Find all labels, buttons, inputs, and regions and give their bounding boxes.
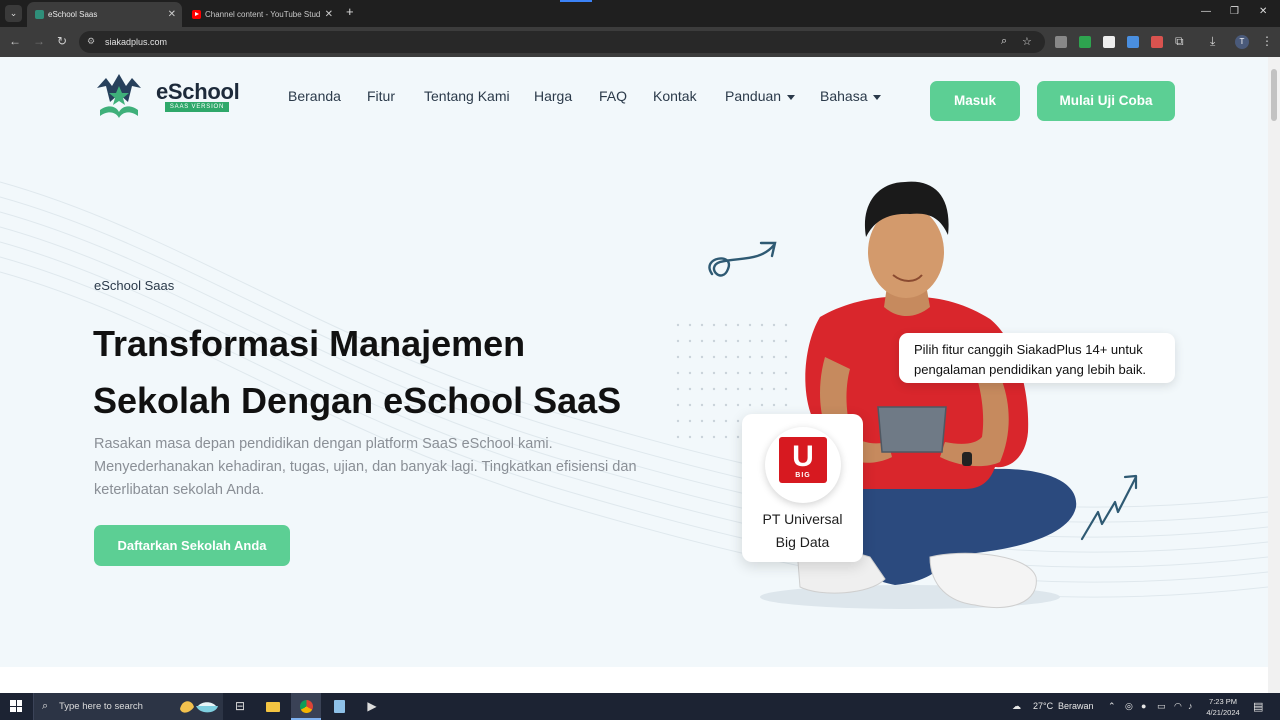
- system-clock[interactable]: 7:23 PM 4/21/2024: [1200, 696, 1246, 718]
- site-info-icon[interactable]: ⚙: [87, 36, 98, 47]
- nav-bahasa-label: Bahasa: [820, 88, 868, 104]
- search-icon: ⌕: [42, 700, 49, 712]
- partner-name-line-1: PT Universal: [762, 511, 843, 527]
- clock-date: 4/21/2024: [1206, 708, 1240, 717]
- search-highlight-illustration-icon: [180, 701, 218, 713]
- clock-time: 7:23 PM: [1209, 697, 1237, 706]
- next-section: [0, 667, 1268, 693]
- hero-description: Rasakan masa depan pendidikan dengan pla…: [94, 436, 637, 498]
- tab-youtube-studio[interactable]: Channel content - YouTube Studio ✕: [184, 2, 339, 27]
- nav-panduan-label: Panduan: [725, 88, 782, 104]
- translate-extension-icon[interactable]: [1127, 36, 1139, 48]
- webpage: eSchool SAAS VERSION Beranda Fitur Tenta…: [0, 57, 1280, 693]
- media-player-icon[interactable]: ▶: [357, 693, 387, 720]
- microphone-icon[interactable]: ●: [1141, 693, 1146, 720]
- reload-icon[interactable]: ↻: [57, 34, 67, 48]
- camera-extension-icon[interactable]: [1055, 36, 1067, 48]
- nav-tentang-kami[interactable]: Tentang Kami: [424, 88, 510, 104]
- minimize-icon[interactable]: —: [1201, 6, 1211, 17]
- notes-app-icon[interactable]: [324, 693, 354, 720]
- eschool-logo-icon[interactable]: [94, 72, 144, 120]
- chevron-up-icon[interactable]: ⌃: [1108, 693, 1116, 720]
- weather-desc[interactable]: Berawan: [1058, 693, 1094, 720]
- search-placeholder[interactable]: Type here to search: [59, 693, 143, 720]
- nav-panduan-dropdown[interactable]: Panduan: [725, 88, 796, 104]
- curly-arrow-decoration: [708, 241, 777, 277]
- task-view-icon[interactable]: ⊟: [225, 693, 255, 720]
- volume-icon[interactable]: ♪: [1188, 693, 1193, 720]
- weather-temp[interactable]: 27°C: [1033, 693, 1053, 720]
- taskbar-search[interactable]: ⌕ Type here to search: [33, 693, 223, 720]
- zigzag-arrow-decoration: [1080, 474, 1138, 541]
- file-explorer-icon[interactable]: [258, 693, 288, 720]
- chevron-down-icon: [787, 94, 796, 100]
- browser-tab-strip: ⌄ eSchool Saas ✕ Channel content - YouTu…: [0, 0, 1280, 27]
- tab-close-icon[interactable]: ✕: [325, 2, 333, 27]
- ubig-logo-icon: U BIG: [779, 437, 827, 483]
- url-text[interactable]: siakadplus.com: [105, 31, 167, 53]
- nav-beranda[interactable]: Beranda: [288, 88, 341, 104]
- restore-icon[interactable]: ❐: [1230, 6, 1239, 17]
- feature-callout-bubble: Pilih fitur canggih SiakadPlus 14+ untuk…: [899, 333, 1175, 383]
- windows-start-icon[interactable]: [10, 700, 22, 712]
- back-icon[interactable]: ←: [9, 34, 21, 48]
- tab-search-button[interactable]: ⌄: [5, 5, 22, 22]
- download-icon[interactable]: ⤓: [1210, 34, 1215, 49]
- start-trial-button[interactable]: Mulai Uji Coba: [1037, 81, 1175, 121]
- color-extension-icon[interactable]: [1151, 36, 1163, 48]
- tray-app-icon[interactable]: ◎: [1125, 693, 1133, 720]
- browser-toolbar: ← → ↻ ⚙ siakadplus.com ⌕ ☆ ⧉ ⤓ T ⋮: [0, 27, 1280, 57]
- wifi-icon[interactable]: ◠: [1174, 693, 1182, 720]
- headline-line-2: Sekolah Dengan eSchool SaaS: [93, 380, 622, 421]
- bookmark-star-icon[interactable]: ☆: [1022, 35, 1032, 48]
- hero-eyebrow: eSchool Saas: [94, 278, 175, 293]
- eschool-favicon-icon: [35, 10, 44, 19]
- tab-close-icon[interactable]: ✕: [168, 2, 176, 27]
- zoom-icon[interactable]: ⌕: [1001, 35, 1007, 48]
- register-school-button[interactable]: Daftarkan Sekolah Anda: [94, 525, 290, 566]
- page-scrollbar[interactable]: [1268, 57, 1280, 693]
- weather-icon[interactable]: ☁: [1012, 693, 1021, 720]
- nav-harga[interactable]: Harga: [534, 88, 572, 104]
- nav-kontak[interactable]: Kontak: [653, 88, 697, 104]
- windows-taskbar: ⌕ Type here to search ⊟ ▶ ☁ 27°C Berawan…: [0, 693, 1280, 720]
- chrome-taskbar-icon[interactable]: [291, 693, 321, 720]
- pen-extension-icon[interactable]: [1079, 36, 1091, 48]
- tab-eschool[interactable]: eSchool Saas ✕: [27, 2, 182, 27]
- nav-bahasa-dropdown[interactable]: Bahasa: [820, 88, 882, 104]
- tab-title: Channel content - YouTube Studio: [205, 10, 320, 19]
- address-bar[interactable]: ⚙ siakadplus.com ⌕ ☆: [79, 31, 1045, 53]
- partner-logo-letter: U: [792, 440, 814, 473]
- chevron-down-icon: [873, 94, 882, 100]
- partner-logo-subtext: BIG: [795, 472, 811, 479]
- tab-title: eSchool Saas: [48, 10, 98, 19]
- tab-drag-indicator: [560, 0, 592, 2]
- partner-name-line-2: Big Data: [775, 534, 830, 550]
- notion-extension-icon[interactable]: [1103, 36, 1115, 48]
- partner-logo: U BIG: [765, 427, 841, 503]
- logo-badge: SAAS VERSION: [165, 102, 229, 112]
- scrollbar-thumb[interactable]: [1271, 69, 1277, 121]
- battery-icon[interactable]: ▭: [1157, 693, 1166, 720]
- extensions-puzzle-icon[interactable]: ⧉: [1175, 34, 1184, 49]
- profile-avatar[interactable]: T: [1235, 35, 1249, 49]
- forward-icon[interactable]: →: [33, 34, 45, 48]
- nav-faq[interactable]: FAQ: [599, 88, 627, 104]
- partner-name: PT Universal Big Data: [742, 508, 863, 554]
- browser-menu-icon[interactable]: ⋮: [1261, 34, 1273, 48]
- new-tab-button[interactable]: +: [346, 4, 354, 19]
- close-window-icon[interactable]: ✕: [1259, 6, 1267, 17]
- nav-fitur[interactable]: Fitur: [367, 88, 395, 104]
- notification-icon[interactable]: ▤: [1253, 700, 1263, 713]
- partner-card: U BIG PT Universal Big Data: [742, 414, 863, 562]
- youtube-favicon-icon: [192, 10, 201, 19]
- headline-line-1: Transformasi Manajemen: [93, 323, 526, 364]
- hero-headline: Transformasi Manajemen Sekolah Dengan eS…: [93, 315, 673, 429]
- login-button[interactable]: Masuk: [930, 81, 1020, 121]
